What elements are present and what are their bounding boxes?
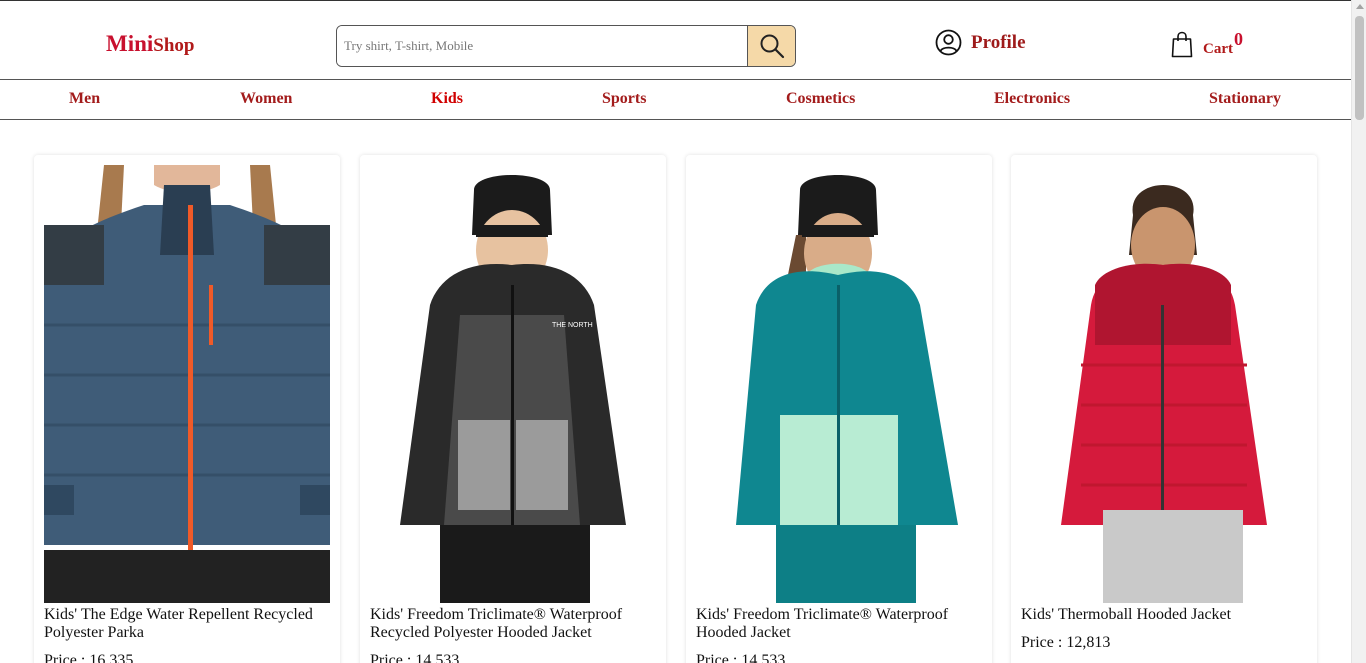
cart-count-badge: 0 bbox=[1234, 29, 1243, 49]
product-title[interactable]: Kids' The Edge Water Repellent Recycled … bbox=[44, 606, 334, 642]
product-card[interactable]: Kids' Freedom Triclimate® Waterproof Hoo… bbox=[686, 155, 992, 663]
product-card[interactable]: THE NORTH Kids' Freedom Triclimate® Wate… bbox=[360, 155, 666, 663]
product-card[interactable]: Kids' Thermoball Hooded Jacket Price : 1… bbox=[1011, 155, 1317, 663]
nav-item-electronics[interactable]: Electronics bbox=[994, 90, 1070, 108]
scroll-up-arrow-icon[interactable] bbox=[1356, 4, 1364, 9]
nav-item-sports[interactable]: Sports bbox=[602, 90, 646, 108]
search-button[interactable] bbox=[747, 26, 795, 66]
cart-label: Cart bbox=[1203, 41, 1233, 57]
profile-label: Profile bbox=[971, 31, 1026, 53]
user-circle-icon bbox=[935, 29, 962, 56]
logo[interactable]: MiniShop bbox=[106, 31, 194, 57]
svg-text:THE NORTH: THE NORTH bbox=[552, 322, 593, 329]
product-image[interactable]: THE NORTH bbox=[370, 165, 656, 603]
nav-item-women[interactable]: Women bbox=[240, 90, 292, 108]
logo-mini: Mini bbox=[106, 31, 154, 56]
product-price: Price : 16,335 bbox=[44, 652, 134, 663]
nav-item-kids[interactable]: Kids bbox=[431, 90, 463, 108]
product-image[interactable] bbox=[696, 165, 982, 603]
category-nav: Men Women Kids Sports Cosmetics Electron… bbox=[0, 80, 1351, 120]
cart-link[interactable]: Cart 0 bbox=[1171, 29, 1243, 58]
vertical-scrollbar[interactable] bbox=[1351, 0, 1366, 663]
product-card[interactable]: Kids' The Edge Water Repellent Recycled … bbox=[34, 155, 340, 663]
product-image[interactable] bbox=[1021, 165, 1307, 603]
shopping-bag-icon bbox=[1171, 31, 1193, 58]
nav-item-men[interactable]: Men bbox=[69, 90, 100, 108]
product-title[interactable]: Kids' Freedom Triclimate® Waterproof Rec… bbox=[370, 606, 660, 642]
product-price: Price : 14,533 bbox=[696, 652, 786, 663]
product-title[interactable]: Kids' Thermoball Hooded Jacket bbox=[1021, 606, 1311, 624]
search-input[interactable] bbox=[337, 26, 747, 66]
scrollbar-thumb[interactable] bbox=[1355, 16, 1364, 120]
page: MiniShop Profile Cart bbox=[0, 0, 1351, 663]
product-price: Price : 12,813 bbox=[1021, 634, 1111, 651]
profile-link[interactable]: Profile bbox=[935, 29, 1026, 56]
logo-shop: Shop bbox=[153, 35, 195, 56]
product-price: Price : 14,533 bbox=[370, 652, 460, 663]
search-bar bbox=[336, 25, 796, 67]
nav-item-cosmetics[interactable]: Cosmetics bbox=[786, 90, 855, 108]
header: MiniShop Profile Cart bbox=[0, 1, 1351, 80]
search-icon bbox=[760, 34, 784, 59]
product-title[interactable]: Kids' Freedom Triclimate® Waterproof Hoo… bbox=[696, 606, 986, 642]
product-image[interactable] bbox=[44, 165, 330, 603]
nav-item-stationary[interactable]: Stationary bbox=[1209, 90, 1281, 108]
